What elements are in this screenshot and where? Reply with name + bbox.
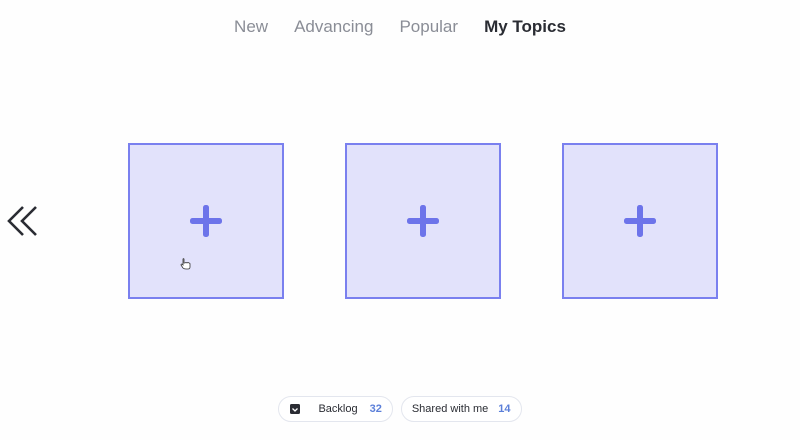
add-topic-card-3[interactable] (562, 143, 718, 299)
double-chevron-left-icon (7, 206, 37, 236)
plus-icon (407, 205, 439, 237)
tab-popular[interactable]: Popular (399, 16, 458, 38)
back-button[interactable] (4, 202, 42, 240)
topic-tabs: New Advancing Popular My Topics (0, 16, 800, 38)
backlog-button[interactable]: Backlog 32 (278, 396, 393, 422)
add-topic-card-1[interactable] (128, 143, 284, 299)
shared-count: 14 (498, 403, 511, 415)
tab-my-topics[interactable]: My Topics (484, 16, 566, 38)
plus-icon (190, 205, 222, 237)
add-topic-card-2[interactable] (345, 143, 501, 299)
shared-label: Shared with me (411, 403, 489, 415)
inbox-icon (290, 404, 301, 414)
footer-pills: Backlog 32 Shared with me 14 (0, 396, 800, 422)
tab-new[interactable]: New (234, 16, 268, 38)
shared-with-me-button[interactable]: Shared with me 14 (400, 396, 522, 422)
backlog-label: Backlog (318, 403, 358, 415)
tab-advancing[interactable]: Advancing (294, 16, 373, 38)
backlog-count: 32 (369, 403, 382, 415)
pointer-cursor-icon (180, 258, 191, 270)
plus-icon (624, 205, 656, 237)
